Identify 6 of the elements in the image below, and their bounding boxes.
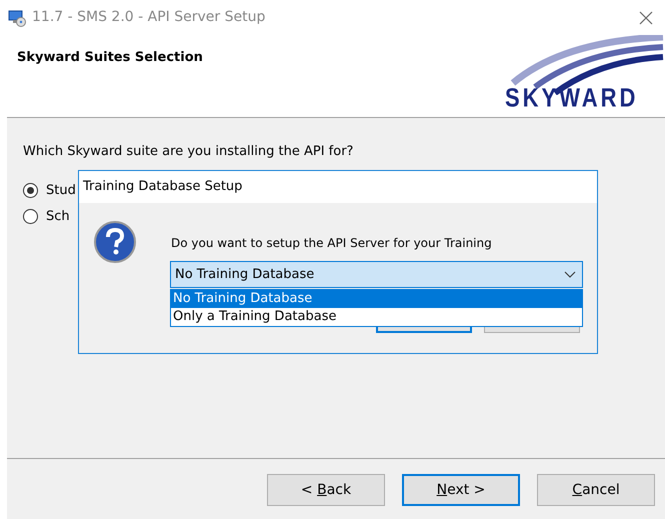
question-text: Which Skyward suite are you installing the API for? [23,143,354,161]
dialog-message: Do you want to setup the API Server for your Training [171,235,492,252]
logo: SKYWARD [503,35,665,117]
window-title: 11.7 - SMS 2.0 - API Server Setup [32,8,266,27]
dialog-title: Training Database Setup [83,178,242,196]
page-heading: Skyward Suites Selection [17,49,203,67]
